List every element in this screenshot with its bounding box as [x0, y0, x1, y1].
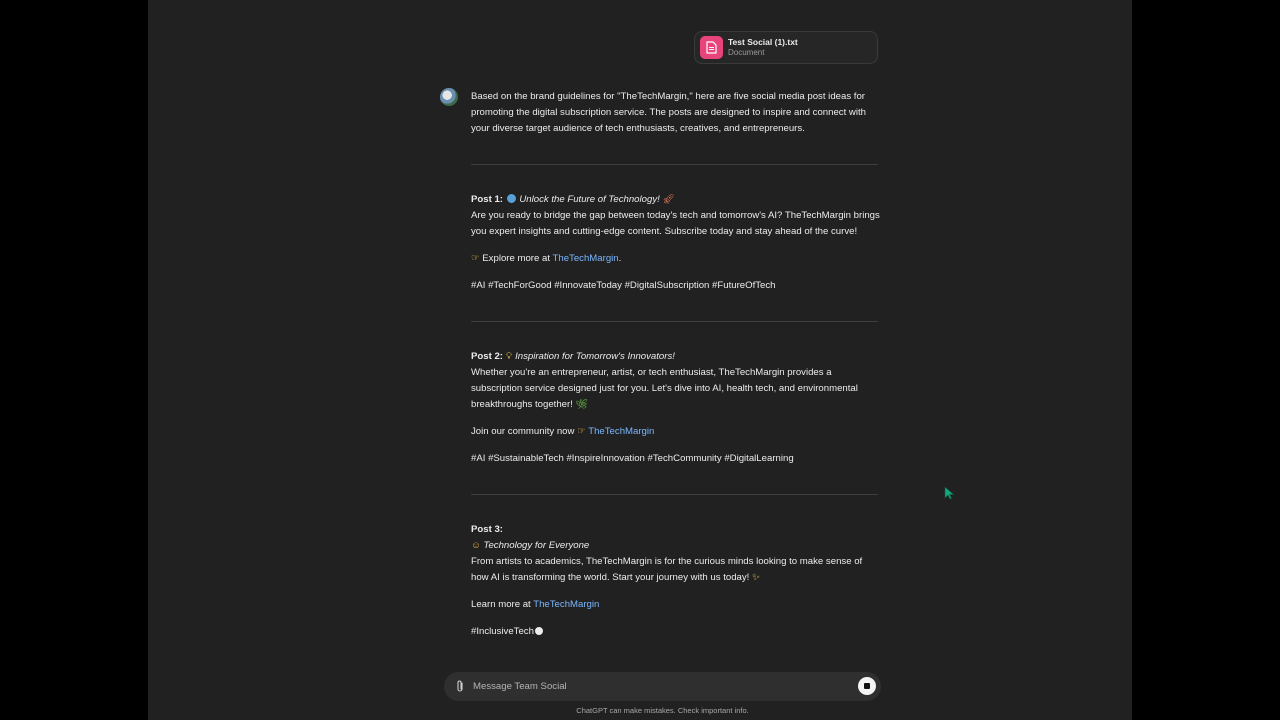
post-body: Are you ready to bridge the gap between …: [471, 210, 880, 237]
post-body: Whether you're an entrepreneur, artist, …: [471, 367, 858, 410]
post-hashtags: #AI #TechForGood #InnovateToday #Digital…: [471, 280, 776, 291]
stop-icon: [864, 683, 870, 689]
post-cta: Join our community now ☞ TheTechMargin: [471, 424, 881, 440]
seedling-emoji-icon: 🌿︎: [575, 399, 588, 410]
rocket-emoji-icon: 🚀︎: [662, 194, 675, 205]
streaming-cursor-icon: [534, 627, 543, 635]
cta-text: Join our community now: [471, 426, 575, 437]
stop-generating-button[interactable]: [858, 677, 876, 695]
person-emoji-icon: ☺: [471, 540, 481, 551]
post-heading: Post 1: Unlock the Future of Technology!…: [471, 192, 881, 208]
attachment-filename: Test Social (1).txt: [728, 37, 798, 47]
cta-suffix: .: [618, 253, 622, 264]
cta-link[interactable]: TheTechMargin: [588, 426, 654, 437]
post-title-line: ☺ Technology for Everyone: [471, 538, 881, 554]
sparkles-emoji-icon: ✨︎: [752, 572, 760, 583]
document-icon: [700, 36, 723, 59]
disclaimer: ChatGPT can make mistakes. Check importa…: [576, 706, 749, 715]
mouse-cursor-icon: [944, 486, 954, 500]
post-title: Technology for Everyone: [483, 540, 590, 551]
post-heading: Post 3:: [471, 522, 881, 538]
message-intro: Based on the brand guidelines for "TheTe…: [471, 91, 866, 134]
post-body: From artists to academics, TheTechMargin…: [471, 556, 863, 583]
attachment-card[interactable]: Test Social (1).txt Document: [694, 31, 878, 64]
message-input[interactable]: Message Team Social: [473, 680, 567, 693]
cta-text: Explore more at: [482, 253, 550, 264]
post-cta: Learn more at TheTechMargin: [471, 597, 881, 613]
lightbulb-emoji-icon: 💡︎: [505, 351, 513, 362]
post-cta: ☞ Explore more at TheTechMargin.: [471, 251, 881, 267]
attachment-type: Document: [728, 48, 765, 57]
cta-text: Learn more at: [471, 599, 531, 610]
post-label: Post 3:: [471, 524, 503, 535]
pointing-hand-icon: ☞: [471, 253, 480, 264]
globe-emoji-icon: [506, 194, 516, 203]
cta-link[interactable]: TheTechMargin: [533, 599, 599, 610]
post-label: Post 1:: [471, 194, 503, 205]
post-hashtags: #InclusiveTech: [471, 624, 881, 640]
post-heading: Post 2: 💡︎ Inspiration for Tomorrow's In…: [471, 349, 881, 365]
post-title: Inspiration for Tomorrow's Innovators!: [515, 351, 675, 362]
post-label: Post 2:: [471, 351, 503, 362]
pointing-hand-icon: ☞: [577, 426, 586, 437]
post-title: Unlock the Future of Technology!: [519, 194, 660, 205]
assistant-avatar: [440, 88, 458, 106]
paperclip-icon[interactable]: [455, 680, 465, 693]
cta-link[interactable]: TheTechMargin: [553, 253, 619, 264]
assistant-message: Based on the brand guidelines for "TheTe…: [471, 89, 881, 640]
post-hashtags: #AI #SustainableTech #InspireInnovation …: [471, 453, 794, 464]
